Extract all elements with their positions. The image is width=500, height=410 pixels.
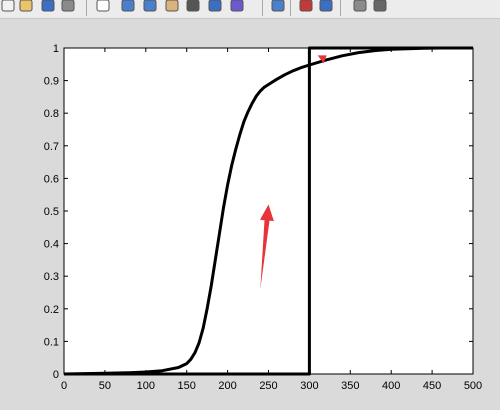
y-tick-label: 0 bbox=[53, 369, 59, 381]
x-tick-label: 0 bbox=[61, 380, 67, 392]
pan-hand-icon[interactable] bbox=[164, 0, 180, 12]
rotate-3d-icon[interactable] bbox=[185, 0, 201, 12]
y-tick-label: 0.8 bbox=[44, 108, 59, 120]
toolbar-separator bbox=[340, 0, 341, 16]
legend-icon[interactable] bbox=[318, 0, 334, 12]
link-plot-icon[interactable] bbox=[270, 0, 286, 12]
x-tick-label: 200 bbox=[218, 380, 236, 392]
print-icon[interactable] bbox=[60, 0, 76, 12]
zoom-in-icon[interactable] bbox=[120, 0, 136, 12]
toolbar-separator bbox=[86, 0, 87, 16]
y-tick-label: 0.7 bbox=[44, 141, 59, 153]
x-tick-label: 50 bbox=[99, 380, 111, 392]
x-tick-label: 450 bbox=[423, 380, 441, 392]
x-tick-label: 400 bbox=[382, 380, 400, 392]
y-tick-label: 0.3 bbox=[44, 271, 59, 283]
open-file-icon[interactable] bbox=[18, 0, 34, 12]
figure-toolbar bbox=[0, 0, 500, 19]
new-figure-icon[interactable] bbox=[0, 0, 16, 12]
brush-icon[interactable] bbox=[229, 0, 245, 12]
x-tick-label: 150 bbox=[178, 380, 196, 392]
save-icon[interactable] bbox=[40, 0, 56, 12]
y-tick-label: 0.9 bbox=[44, 76, 59, 88]
x-tick-label: 250 bbox=[259, 380, 277, 392]
y-tick-label: 0.6 bbox=[44, 173, 59, 185]
x-tick-label: 350 bbox=[341, 380, 359, 392]
toolbar-separator bbox=[262, 0, 263, 16]
colorbar-icon[interactable] bbox=[298, 0, 314, 12]
figure-canvas: 0 50 100 150 200 250 300 350 400 450 500 0 0.1 0.2 0.… bbox=[0, 19, 500, 406]
zoom-out-icon[interactable] bbox=[142, 0, 158, 12]
x-tick-label: 100 bbox=[137, 380, 155, 392]
y-tick-label: 0.1 bbox=[44, 336, 59, 348]
edit-plot-arrow-icon[interactable] bbox=[95, 0, 111, 12]
y-tick-label: 0.5 bbox=[44, 206, 59, 218]
x-tick-label: 300 bbox=[300, 380, 318, 392]
y-tick-label: 0.4 bbox=[44, 239, 59, 251]
x-tick-labels: 0 50 100 150 200 250 300 350 400 450 500 bbox=[61, 380, 482, 392]
y-tick-label: 1 bbox=[53, 43, 59, 55]
chart: 0 50 100 150 200 250 300 350 400 450 500 0 0.1 0.2 0.… bbox=[44, 43, 482, 392]
y-tick-label: 0.2 bbox=[44, 304, 59, 316]
show-plot-tools-icon[interactable] bbox=[372, 0, 388, 12]
data-cursor-icon[interactable] bbox=[207, 0, 223, 12]
hide-plot-tools-icon[interactable] bbox=[352, 0, 368, 12]
toolbar-separator bbox=[290, 0, 291, 16]
x-tick-label: 500 bbox=[464, 380, 482, 392]
y-tick-labels: 0 0.1 0.2 0.3 0.4 0.5 0.6 0.7 0.8 0.9 1 bbox=[44, 43, 59, 381]
